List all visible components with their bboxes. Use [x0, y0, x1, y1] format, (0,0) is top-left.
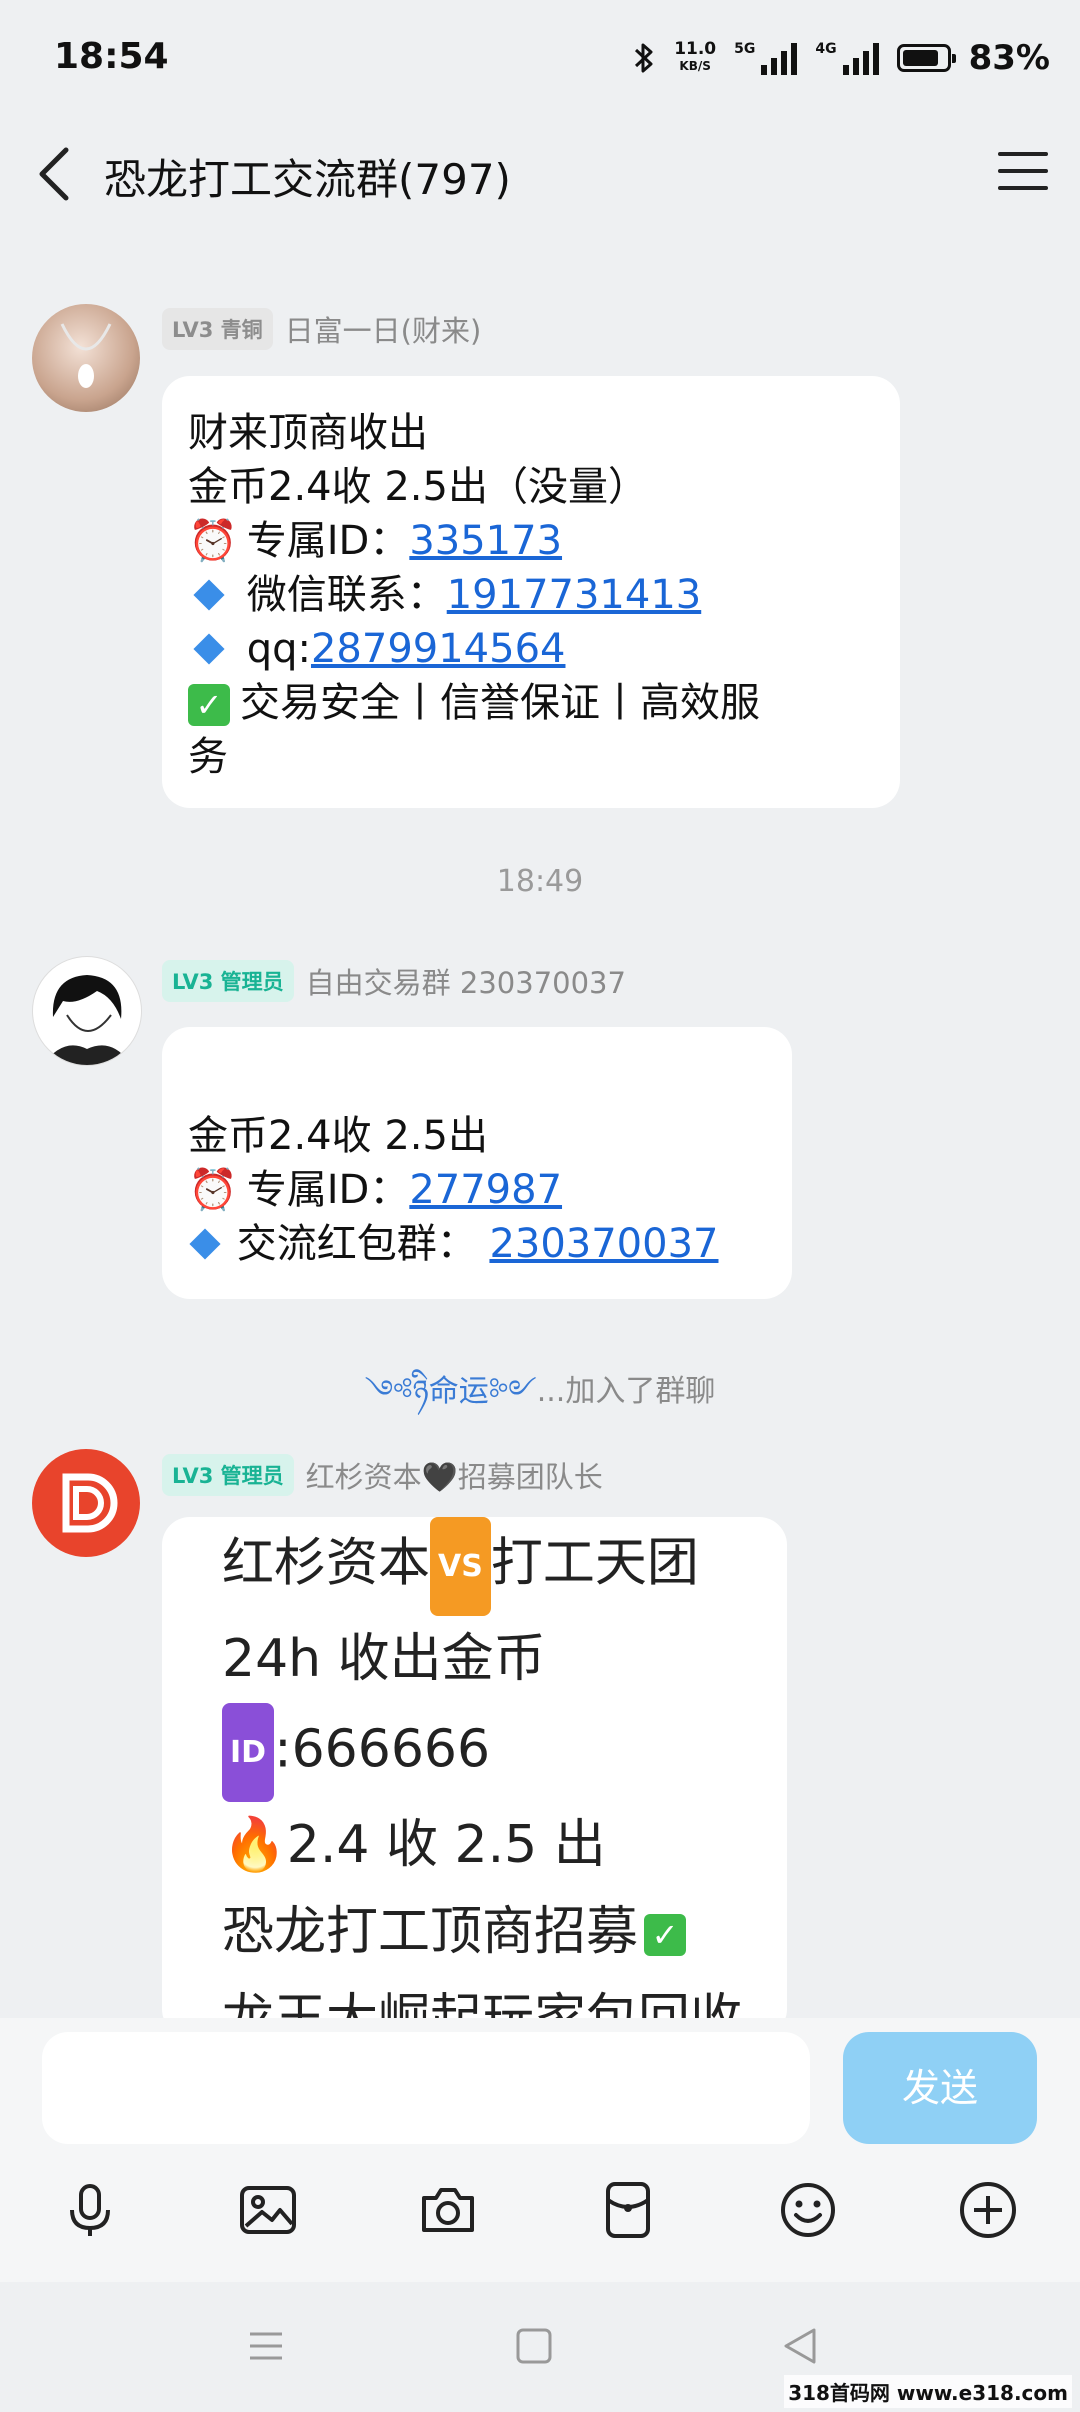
message-bubble[interactable]: 红杉资本 VS 打工天团 24h 收出金币 ID:666666 🔥2.4 收 2.5…: [162, 1517, 787, 2037]
message-line: 交流红包群： 230370037: [188, 1217, 766, 1271]
empty-line: [188, 1055, 766, 1109]
avatar[interactable]: [32, 304, 140, 412]
menu-icon[interactable]: [998, 152, 1048, 192]
message-input[interactable]: [42, 2032, 810, 2144]
signal-5g-icon: 5G: [734, 41, 798, 75]
blue-diamond-icon: [189, 1228, 221, 1260]
message-line: 24h 收出金币: [222, 1629, 546, 1689]
plus-icon[interactable]: [958, 2180, 1018, 2240]
check-mark-icon: ✓: [644, 1914, 687, 1956]
message-line: 财来顶商收出: [188, 410, 428, 456]
group-link[interactable]: 230370037: [489, 1221, 718, 1267]
send-button[interactable]: 发送: [843, 2032, 1037, 2144]
battery-icon: [896, 44, 956, 72]
message-line: qq:2879914564: [188, 622, 874, 676]
message-line: ID:666666: [192, 1703, 757, 1802]
status-indicators: 11.0 KB/S 5G 4G 83%: [632, 38, 1050, 78]
admin-badge: LV3 管理员: [162, 960, 294, 1002]
message-line: ⏰ 专属ID：277987: [188, 1163, 766, 1217]
sender-name[interactable]: 自由交易群 230370037: [306, 960, 626, 1002]
home-icon[interactable]: [508, 2320, 560, 2372]
blue-diamond-icon: [193, 579, 225, 611]
id-link[interactable]: 335173: [409, 518, 562, 564]
microphone-icon[interactable]: [60, 2180, 120, 2240]
message-line: ⏰ 专属ID：335173: [188, 514, 874, 568]
back-arrow-icon[interactable]: [34, 144, 74, 204]
message-bubble[interactable]: 财来顶商收出 金币2.4收 2.5出（没量） ⏰ 专属ID：335173 微信联…: [162, 376, 900, 808]
sender-row: LV3 管理员 自由交易群 230370037: [162, 960, 626, 1002]
message-line: 🔥2.4 收 2.5 出: [222, 1815, 606, 1875]
message-line: 微信联系：1917731413: [188, 568, 874, 622]
image-icon[interactable]: [238, 2180, 298, 2240]
admin-badge: LV3 管理员: [162, 1454, 294, 1496]
message-line: 金币2.4收 2.5出: [188, 1113, 488, 1159]
message-line: 金币2.4收 2.5出（没量）: [188, 464, 648, 510]
back-nav-icon[interactable]: [774, 2320, 826, 2372]
qq-link[interactable]: 2879914564: [311, 626, 566, 672]
message-line: 红杉资本 VS 打工天团: [192, 1517, 757, 1616]
emoji-icon[interactable]: [778, 2180, 838, 2240]
network-speed: 11.0 KB/S: [674, 39, 717, 74]
vs-icon: VS: [430, 1517, 491, 1616]
alarm-clock-icon: ⏰: [188, 518, 238, 564]
sender-name[interactable]: 日富一日(财来): [285, 308, 482, 350]
message-line: 务: [188, 734, 228, 780]
status-time: 18:54: [54, 36, 169, 77]
blue-diamond-icon: [193, 633, 225, 665]
avatar[interactable]: [32, 956, 142, 1066]
joined-user-name[interactable]: ༺ཉི命运༻: [365, 1374, 537, 1409]
sender-row: LV3 管理员 红杉资本🖤招募团队长: [162, 1454, 603, 1496]
sender-row: LV3 青铜 日富一日(财来): [162, 308, 481, 350]
check-mark-icon: ✓: [188, 684, 230, 726]
alarm-clock-icon: ⏰: [188, 1167, 238, 1213]
id-icon: ID: [222, 1703, 275, 1802]
avatar[interactable]: [32, 1449, 140, 1557]
chat-title: 恐龙打工交流群(797): [104, 155, 511, 204]
camera-icon[interactable]: [418, 2180, 478, 2240]
bluetooth-icon: [635, 43, 653, 73]
signal-4g-icon: 4G: [815, 41, 879, 75]
message-line: 恐龙打工顶商招募 ✓: [192, 1889, 757, 1976]
wechat-link[interactable]: 1917731413: [447, 572, 702, 618]
recent-apps-icon[interactable]: [240, 2320, 292, 2372]
watermark: 318首码网 www.e318.com: [784, 2375, 1072, 2408]
red-packet-icon[interactable]: [598, 2180, 658, 2240]
time-divider: 18:49: [496, 864, 584, 899]
battery-percent: 83%: [968, 38, 1050, 78]
sender-name[interactable]: 红杉资本🖤招募团队长: [306, 1454, 603, 1496]
id-link[interactable]: 277987: [409, 1167, 562, 1213]
message-bubble[interactable]: 金币2.4收 2.5出 ⏰ 专属ID：277987 交流红包群： 2303700…: [162, 1027, 792, 1299]
system-join-message: ༺ཉི命运༻...加入了群聊: [364, 1374, 716, 1409]
message-line: ✓ 交易安全丨信誉保证丨高效服: [188, 676, 874, 730]
level-badge: LV3 青铜: [162, 308, 273, 350]
